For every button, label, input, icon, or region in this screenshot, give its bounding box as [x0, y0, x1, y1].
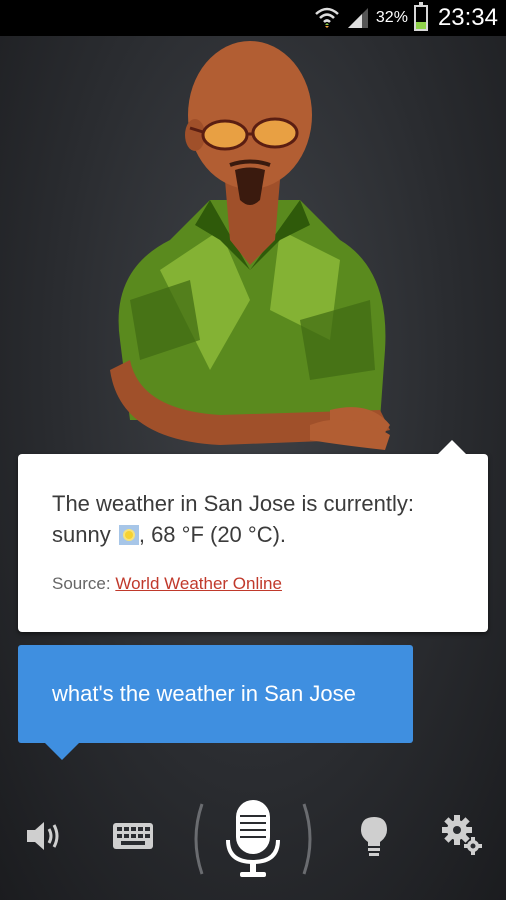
answer-text: The weather in San Jose is currently: su…	[52, 488, 454, 550]
answer-temperature: , 68 °F (20 °C).	[138, 522, 287, 547]
query-bubble-pointer	[44, 742, 80, 760]
sunny-icon	[118, 525, 139, 545]
signal-icon	[347, 8, 368, 28]
settings-icon	[442, 815, 482, 855]
settings-button[interactable]	[438, 810, 486, 860]
answer-line1: The weather in San Jose is currently:	[52, 491, 414, 516]
status-icons: 32% 23:34	[314, 2, 498, 32]
microphone-button[interactable]	[188, 796, 318, 882]
keyboard-button[interactable]	[108, 816, 158, 856]
microphone-icon	[194, 800, 312, 877]
lightbulb-icon	[361, 817, 387, 856]
source-row: Source: World Weather Online	[52, 574, 454, 594]
speaker-icon	[27, 822, 59, 850]
query-bubble[interactable]: what's the weather in San Jose	[18, 645, 413, 760]
answer-card-pointer	[436, 440, 468, 456]
assistant-avatar	[110, 41, 390, 450]
battery-percent: 32%	[375, 9, 408, 26]
battery-fill	[415, 21, 426, 29]
keyboard-icon	[113, 823, 153, 849]
tips-button[interactable]	[352, 812, 396, 860]
status-bar: 32% 23:34	[0, 0, 506, 36]
bottom-toolbar	[0, 790, 506, 890]
source-label: Source:	[52, 574, 111, 593]
source-link[interactable]: World Weather Online	[115, 574, 282, 593]
answer-condition: sunny	[52, 522, 111, 547]
battery-icon	[413, 2, 428, 31]
answer-card: The weather in San Jose is currently: su…	[18, 440, 488, 632]
wifi-icon	[315, 7, 339, 28]
speaker-button[interactable]	[22, 814, 66, 858]
query-text: what's the weather in San Jose	[52, 681, 356, 706]
clock: 23:34	[437, 4, 498, 31]
